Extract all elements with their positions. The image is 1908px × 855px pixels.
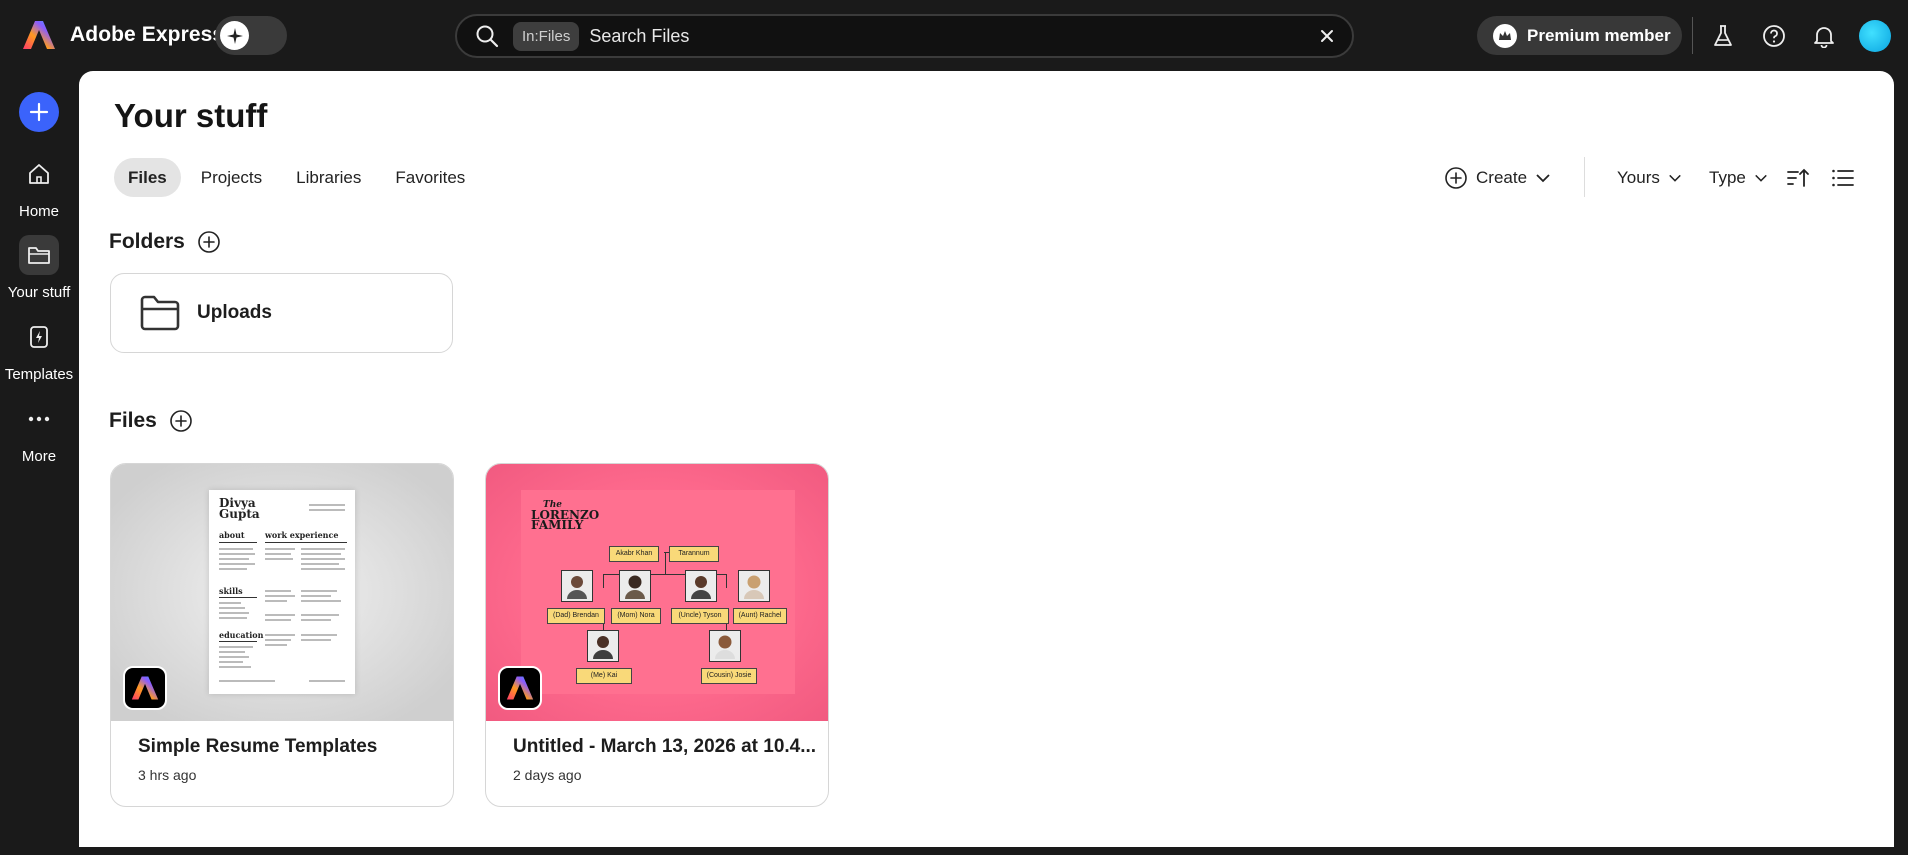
top-bar: Adobe Express In:Files Premium member [0, 0, 1908, 71]
search-scope-chip[interactable]: In:Files [513, 21, 580, 51]
tab-projects[interactable]: Projects [187, 158, 276, 197]
clear-search-icon[interactable] [1316, 25, 1338, 47]
page-title: Your stuff [114, 97, 268, 134]
files-header: Files [109, 409, 193, 433]
premium-member-button[interactable]: Premium member [1477, 16, 1682, 55]
file-modified-time: 2 days ago [513, 767, 582, 783]
list-view-icon [1832, 169, 1854, 186]
left-rail: Home Your stuff Templates More [0, 71, 78, 855]
person-photo-icon [619, 570, 651, 602]
create-new-button[interactable] [19, 92, 59, 132]
create-label: Create [1476, 167, 1528, 187]
search-icon [473, 22, 501, 50]
tree-member: (Aunt) Rachel [733, 608, 787, 624]
add-folder-icon[interactable] [197, 230, 221, 254]
nav-label: More [21, 448, 57, 465]
app-name: Adobe Express [70, 23, 225, 46]
help-icon[interactable] [1758, 20, 1790, 52]
file-card-family-tree[interactable]: The LORENZO FAMILY Akabr Khan Tarannum (… [485, 463, 829, 807]
topbar-divider [1692, 17, 1693, 54]
resume-section: education [219, 630, 264, 640]
create-dropdown[interactable]: Create [1444, 158, 1551, 197]
chevron-down-icon [1669, 174, 1681, 182]
nav-item-more[interactable]: More [0, 399, 78, 465]
tab-bar: Files Projects Libraries Favorites [114, 158, 479, 197]
search-bar[interactable]: In:Files [455, 14, 1354, 58]
tree-member: Akabr Khan [609, 546, 659, 562]
tree-member: Tarannum [669, 546, 719, 562]
file-name: Untitled - March 13, 2026 at 10.4... [513, 736, 817, 757]
templates-icon [19, 317, 59, 357]
resume-preview: Divya Gupta about work experience skills… [209, 490, 355, 694]
tree-member: (Mom) Nora [611, 608, 661, 624]
resume-section: work experience [265, 530, 339, 540]
family-tree-preview: The LORENZO FAMILY Akabr Khan Tarannum (… [521, 490, 795, 694]
person-photo-icon [738, 570, 770, 602]
folder-icon [140, 295, 180, 331]
add-file-icon[interactable] [169, 409, 193, 433]
folders-title: Folders [109, 230, 185, 253]
adobe-express-badge-icon [498, 666, 542, 710]
home-icon [19, 154, 59, 194]
avatar[interactable] [1859, 20, 1891, 52]
nav-item-templates[interactable]: Templates [0, 317, 78, 383]
tree-member: (Uncle) Tyson [671, 608, 729, 624]
tree-member: (Me) Kai [576, 668, 632, 684]
folder-name: Uploads [197, 302, 272, 323]
nav-item-your-stuff[interactable]: Your stuff [0, 235, 78, 301]
nav-label: Home [18, 203, 59, 220]
premium-label: Premium member [1527, 25, 1671, 45]
main-panel: Your stuff Files Projects Libraries Favo… [79, 71, 1894, 847]
file-card-resume[interactable]: Divya Gupta about work experience skills… [110, 463, 454, 807]
file-thumbnail[interactable]: Divya Gupta about work experience skills… [111, 464, 453, 721]
files-title: Files [109, 409, 157, 432]
generate-toggle[interactable] [215, 16, 287, 55]
tab-libraries[interactable]: Libraries [282, 158, 375, 197]
plus-icon [29, 102, 49, 122]
owner-filter-dropdown[interactable]: Yours [1617, 158, 1682, 197]
tree-title-line2: FAMILY [531, 518, 584, 532]
sparkle-icon [220, 21, 249, 50]
tree-member: (Cousin) Josie [701, 668, 757, 684]
chevron-down-icon [1536, 173, 1550, 182]
chevron-down-icon [1755, 174, 1767, 182]
toolbar-divider [1584, 157, 1585, 197]
beaker-icon[interactable] [1707, 20, 1739, 52]
plus-circle-icon [1445, 166, 1467, 189]
adobe-express-badge-icon [123, 666, 167, 710]
more-icon [19, 399, 59, 439]
resume-last-name: Gupta [219, 507, 260, 521]
person-photo-icon [561, 570, 593, 602]
file-thumbnail[interactable]: The LORENZO FAMILY Akabr Khan Tarannum (… [486, 464, 828, 721]
file-modified-time: 3 hrs ago [138, 767, 197, 783]
bell-icon[interactable] [1808, 20, 1840, 52]
folder-card-uploads[interactable]: Uploads [110, 273, 453, 353]
list-view-button[interactable] [1831, 158, 1855, 197]
resume-name: Divya Gupta [219, 497, 260, 521]
sort-icon [1787, 168, 1809, 187]
resume-section: skills [219, 586, 243, 596]
nav-label: Templates [4, 366, 74, 383]
brand[interactable]: Adobe Express [22, 18, 224, 52]
person-photo-icon [587, 630, 619, 662]
sort-button[interactable] [1786, 158, 1810, 197]
nav-item-home[interactable]: Home [0, 154, 78, 220]
file-name: Simple Resume Templates [138, 736, 378, 757]
resume-section: about [219, 530, 245, 540]
person-photo-icon [685, 570, 717, 602]
type-filter-dropdown[interactable]: Type [1709, 158, 1768, 197]
crown-icon [1493, 23, 1517, 48]
search-input[interactable] [589, 25, 1316, 47]
tab-files[interactable]: Files [114, 158, 181, 197]
type-filter-label: Type [1709, 167, 1746, 187]
owner-filter-label: Yours [1617, 167, 1660, 187]
folders-header: Folders [109, 230, 221, 254]
tree-member: (Dad) Brendan [547, 608, 605, 624]
tab-favorites[interactable]: Favorites [381, 158, 479, 197]
adobe-express-logo-icon [23, 21, 55, 49]
folder-icon [19, 235, 59, 275]
person-photo-icon [709, 630, 741, 662]
tree-title: The LORENZO FAMILY [531, 498, 599, 532]
nav-label: Your stuff [7, 284, 71, 301]
